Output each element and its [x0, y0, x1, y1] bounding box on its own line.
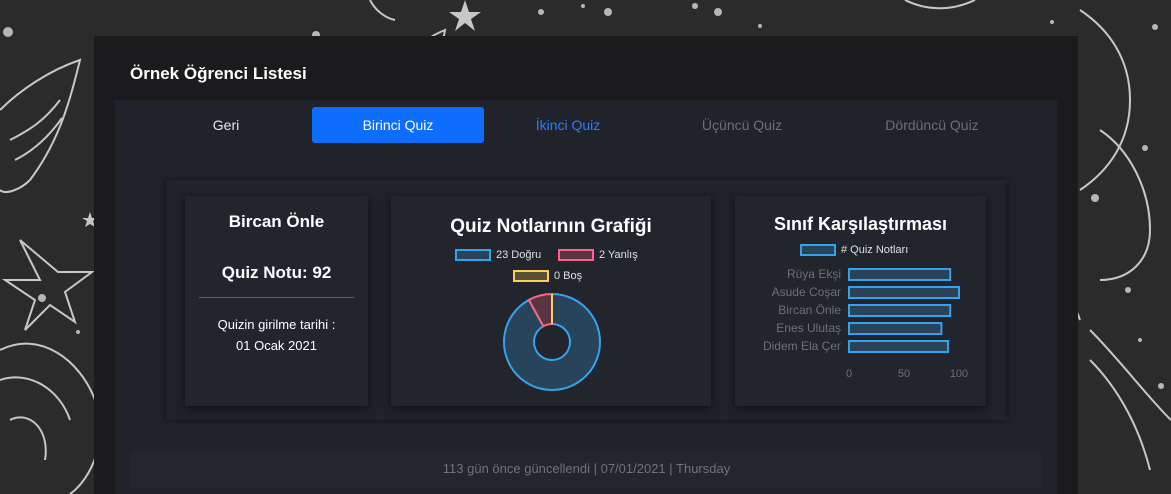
quiz-date-value: 01 Ocak 2021 [236, 338, 317, 353]
tab-fourth-quiz[interactable]: Dördüncü Quiz [864, 107, 1000, 143]
bar[interactable] [848, 268, 952, 281]
legend-empty[interactable]: 0 Boş [513, 269, 582, 283]
bar-category-label: Didem Ela Çer [763, 339, 841, 353]
divider [199, 297, 354, 298]
bar-category-label: Rüya Ekşi [787, 267, 841, 281]
legend-wrong[interactable]: 2 Yanlış [558, 248, 638, 262]
bar[interactable] [848, 340, 949, 353]
bar-category-label: Enes Ulutaş [776, 321, 841, 335]
tab-second-quiz[interactable]: İkinci Quiz [505, 107, 631, 143]
class-compare-bar-chart: Rüya Ekşi Asude Coşar Bircan Önle Enes Ulut… [763, 267, 968, 380]
grade-doughnut-chart [503, 292, 601, 391]
student-name: Bircan Önle [228, 212, 325, 231]
quiz-date-label: Quizin girilme tarihi : [217, 317, 336, 332]
tab-first-quiz[interactable]: Birinci Quiz [312, 107, 484, 143]
legend-label-empty: 0 Boş [554, 270, 583, 282]
legend-swatch-quiz-grades [800, 244, 836, 257]
x-tick-label: 0 [846, 368, 852, 380]
bar[interactable] [848, 322, 943, 335]
page-title: Örnek Öğrenci Listesi [130, 64, 307, 83]
bar[interactable] [848, 304, 952, 317]
legend-label-quiz-grades: # Quiz Notları [841, 244, 909, 256]
x-tick-label: 50 [898, 368, 910, 380]
class-compare-title: Sınıf Karşılaştırması [773, 214, 948, 234]
tab-third-quiz[interactable]: Üçüncü Quiz [680, 107, 804, 143]
legend-quiz-grades[interactable]: # Quiz Notları [800, 243, 908, 257]
legend-label-wrong: 2 Yanlış [599, 249, 638, 261]
bar-category-label: Bircan Önle [778, 303, 841, 317]
grade-chart-title: Quiz Notlarının Grafiği [450, 216, 652, 237]
legend-swatch-wrong [558, 249, 594, 262]
bar-category-label: Asude Coşar [772, 285, 841, 299]
legend-swatch-empty [513, 270, 549, 283]
legend-correct[interactable]: 23 Doğru [455, 248, 541, 262]
x-tick-label: 100 [950, 368, 968, 380]
footer-updated-text: 113 gün önce güncellendi | 07/01/2021 | … [442, 461, 731, 476]
legend-label-correct: 23 Doğru [496, 249, 542, 261]
legend-swatch-correct [455, 249, 491, 262]
quiz-grade: Quiz Notu: 92 [221, 263, 332, 282]
bar[interactable] [848, 286, 960, 299]
back-link[interactable]: Geri [190, 107, 262, 143]
